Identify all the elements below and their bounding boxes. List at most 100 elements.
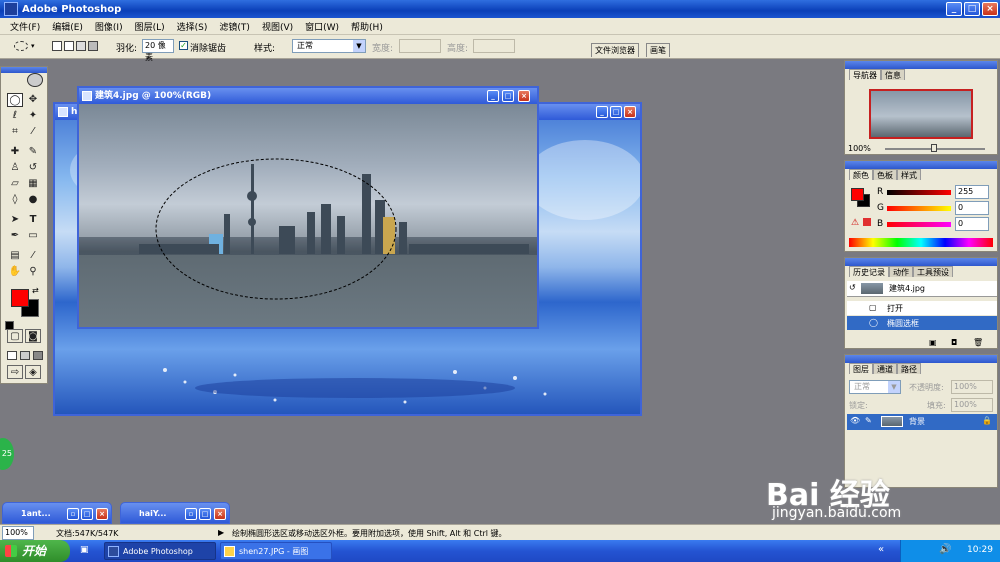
brush-link-icon[interactable]: ✎ [865,416,872,425]
tab-swatches[interactable]: 色板 [873,169,897,180]
menu-image[interactable]: 图像(I) [89,20,129,33]
healing-brush-icon[interactable]: ✚ [7,145,23,159]
color-ramp[interactable] [849,238,993,247]
history-step-open[interactable]: ▢ 打开 [847,301,997,315]
red-slider[interactable] [887,190,951,195]
tab-navigator[interactable]: 导航器 [849,69,881,80]
move-tool-icon[interactable]: ✥ [25,93,41,107]
new-selection-icon[interactable] [52,41,62,51]
screen-mode-standard-icon[interactable] [7,351,17,360]
minimized-1-restore-button[interactable]: ▫ [67,508,79,520]
pen-tool-icon[interactable]: ✒ [7,229,23,243]
tab-paths[interactable]: 路径 [897,363,921,374]
opacity-input[interactable]: 100% [951,380,993,394]
navigator-thumbnail[interactable] [869,89,973,139]
tab-actions[interactable]: 动作 [889,266,913,277]
slice-tool-icon[interactable]: ⁄ [25,125,41,139]
gamut-swatch[interactable] [863,218,871,226]
ellipse-marquee-tool-icon[interactable]: ◯ [7,93,23,107]
green-value-input[interactable]: 0 [955,201,989,215]
gradient-tool-icon[interactable]: ▦ [25,177,41,191]
minimize-button[interactable]: _ [946,2,962,16]
magic-wand-tool-icon[interactable]: ✦ [25,109,41,123]
tab-history[interactable]: 历史记录 [849,266,889,277]
document-back-close-button[interactable]: × [624,106,636,118]
notes-tool-icon[interactable]: ▤ [7,249,23,263]
tab-info[interactable]: 信息 [881,69,905,80]
jump-to-imageready-icon[interactable]: ⇨ [7,365,23,379]
blue-value-input[interactable]: 0 [955,217,989,231]
intersect-selection-icon[interactable] [88,41,98,51]
minimized-document-2[interactable]: haiY... ▫ □ × [120,502,230,524]
minimized-1-maximize-button[interactable]: □ [81,508,93,520]
style-select[interactable]: 正常 ▼ [292,39,366,53]
document-front-maximize-button[interactable]: □ [502,90,514,102]
tab-color[interactable]: 颜色 [849,169,873,180]
foreground-color-swatch-top[interactable] [11,289,29,307]
tool-preset-dropdown-icon[interactable]: ▾ [31,42,35,50]
blend-mode-select[interactable]: 正常 ▼ [849,380,901,394]
swap-colors-icon[interactable]: ⇄ [32,286,39,295]
menu-file[interactable]: 文件(F) [4,20,46,33]
feather-input[interactable]: 20 像素 [142,39,174,62]
hand-tool-icon[interactable]: ✋ [7,265,23,279]
status-zoom-input[interactable]: 100% [2,526,34,540]
navigator-zoom-value[interactable]: 100% [848,144,871,153]
menu-layer[interactable]: 图层(L) [129,20,171,33]
history-step-ellipse-marquee[interactable]: ◯ 椭圆选框 [847,316,997,330]
height-input[interactable] [473,39,515,53]
ellipse-marquee-icon[interactable] [14,41,28,51]
menu-window[interactable]: 窗口(W) [299,20,345,33]
clone-stamp-icon[interactable]: ♙ [7,161,23,175]
menu-view[interactable]: 视图(V) [256,20,299,33]
adobe-online-icon[interactable] [27,73,43,87]
maximize-button[interactable]: □ [964,2,980,16]
document-back-minimize-button[interactable]: _ [596,106,608,118]
tray-expand-icon[interactable]: « [878,544,884,555]
minimized-2-maximize-button[interactable]: □ [199,508,211,520]
quick-mask-icon[interactable]: ◙ [25,329,41,343]
fill-input[interactable]: 100% [951,398,993,412]
show-desktop-icon[interactable]: ▣ [80,545,89,555]
color-foreground-swatch-top[interactable] [851,188,864,201]
tab-tool-presets[interactable]: 工具预设 [913,266,953,277]
new-document-from-state-icon[interactable]: ▣ [929,338,937,347]
crop-tool-icon[interactable]: ⌗ [7,125,23,139]
document-front-close-button[interactable]: × [518,90,530,102]
tab-layers[interactable]: 图层 [849,363,873,374]
document-back-maximize-button[interactable]: □ [610,106,622,118]
city-image-canvas[interactable] [79,104,537,327]
close-button[interactable]: × [982,2,998,16]
screen-mode-full-icon[interactable] [33,351,43,360]
minimized-2-close-button[interactable]: × [214,508,226,520]
history-brush-source-icon[interactable]: ↺ [849,283,856,292]
minimized-1-close-button[interactable]: × [96,508,108,520]
tab-file-browser[interactable]: 文件浏览器 [591,43,639,57]
tab-channels[interactable]: 通道 [873,363,897,374]
menu-filter[interactable]: 滤镜(T) [213,20,256,33]
blue-slider[interactable] [887,222,951,227]
volume-icon[interactable]: 🔊 [939,544,951,555]
eyedropper-tool-icon[interactable]: ⁄ [25,249,41,263]
menu-help[interactable]: 帮助(H) [345,20,389,33]
eye-icon[interactable]: 👁 [850,416,860,425]
green-slider[interactable] [887,206,951,211]
rectangle-tool-icon[interactable]: ▭ [25,229,41,243]
path-selection-icon[interactable]: ➤ [7,213,23,227]
brush-tool-icon[interactable]: ✎ [25,145,41,159]
task-photoshop[interactable]: Adobe Photoshop [104,542,216,560]
subtract-selection-icon[interactable] [76,41,86,51]
dodge-tool-icon[interactable]: ● [25,193,41,207]
tab-brushes[interactable]: 画笔 [646,43,670,57]
add-selection-icon[interactable] [64,41,74,51]
minimized-2-restore-button[interactable]: ▫ [185,508,197,520]
clock[interactable]: 10:29 [967,545,993,555]
history-snapshot-row[interactable]: ↺ 建筑4.jpg [847,281,997,297]
antialias-checkbox[interactable]: ✓ [179,41,188,50]
menu-edit[interactable]: 编辑(E) [46,20,89,33]
lasso-tool-icon[interactable]: ℓ [7,109,23,123]
width-input[interactable] [399,39,441,53]
layer-row-background[interactable]: 👁 ✎ 背景 🔒 [847,414,997,430]
eraser-tool-icon[interactable]: ▱ [7,177,23,191]
task-paint[interactable]: shen27.JPG - 画图 [220,542,332,560]
